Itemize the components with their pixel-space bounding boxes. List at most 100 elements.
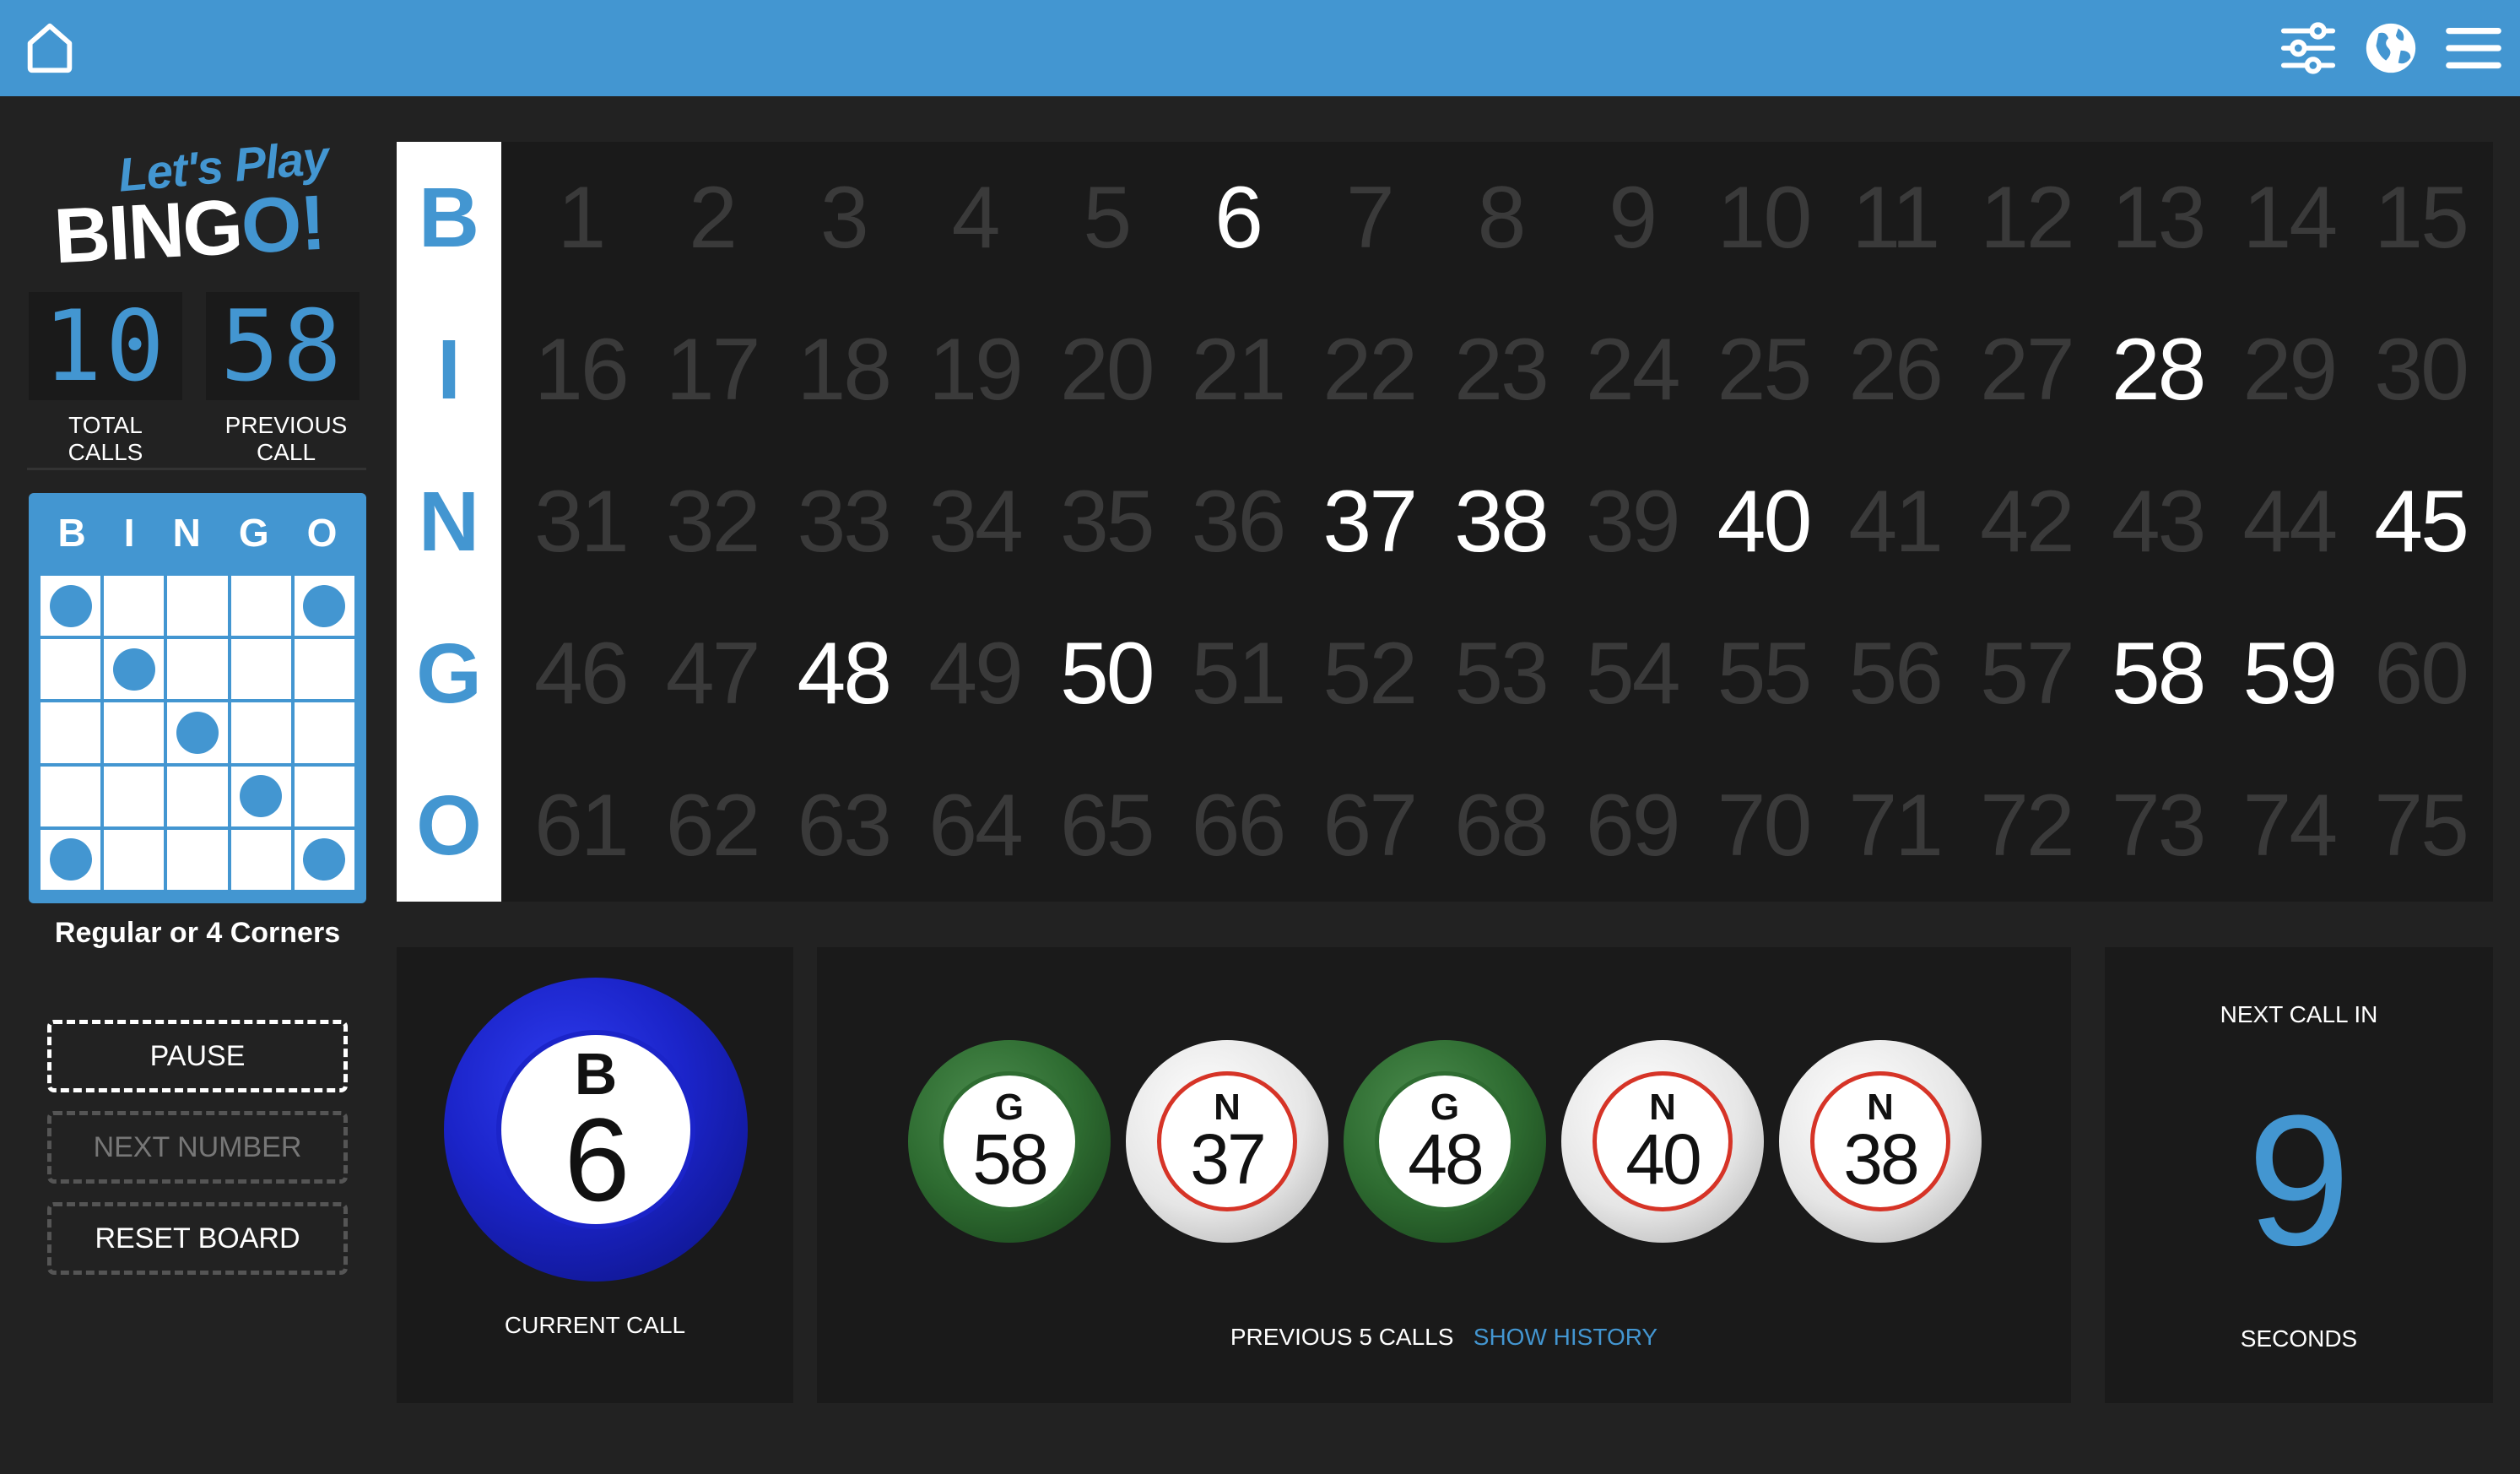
pattern-header-letter: N [172,511,201,555]
pattern-cell [39,701,103,765]
previous-calls-footer: PREVIOUS 5 CALLS SHOW HISTORY [817,1324,2071,1351]
home-icon[interactable] [20,19,79,78]
previous-call-ball: G 58 [908,1040,1111,1243]
board-number: 56 [1848,624,1944,723]
board-number: 57 [1980,624,2075,723]
board-number: 7 [1345,168,1395,267]
pattern-name: Regular or 4 Corners [54,917,341,949]
logo-o-text: O! [239,179,327,270]
reset-board-button[interactable]: RESET BOARD [47,1202,348,1275]
total-calls-label: TOTAL CALLS [68,412,143,465]
previous-call-number: 38 [1843,1119,1919,1200]
pattern-cell [165,764,230,828]
pattern-dot [49,838,92,881]
previous-call-ball: N 40 [1561,1040,1764,1243]
pattern-grid [37,572,358,893]
previous-calls-label: PREVIOUS 5 CALLS [1230,1324,1454,1350]
seconds-label: SECONDS [2240,1325,2358,1352]
board-number: 29 [2242,320,2339,419]
board-number: 73 [2111,776,2207,875]
top-bar [0,0,2520,96]
board-number: 19 [928,320,1024,419]
board-number: 9 [1609,168,1657,267]
board-number: 23 [1454,320,1549,419]
board-number: 60 [2374,624,2469,723]
board-number: 15 [2374,168,2469,267]
board-number: 68 [1454,776,1549,875]
next-call-in-label: NEXT CALL IN [2220,1001,2378,1027]
current-call-label: CURRENT CALL [504,1312,686,1338]
menu-icon[interactable] [2444,19,2503,78]
board-number: 20 [1059,320,1155,419]
board-number: 18 [797,320,892,419]
previous-call-ball: N 37 [1126,1040,1328,1243]
previous-call-ball-face: G 58 [939,1071,1079,1211]
previous-call-ball-face: N 38 [1810,1071,1950,1211]
board-number: 25 [1717,320,1813,419]
board-number: 40 [1717,472,1813,571]
board-number: 42 [1980,472,2075,571]
next-number-button[interactable]: NEXT NUMBER [47,1111,348,1184]
pattern-header: BINGO [29,493,366,571]
pattern-cell [165,827,230,891]
pattern-cell [292,764,356,828]
board-number: 35 [1059,472,1155,571]
board-number: 66 [1191,776,1287,875]
board-number: 37 [1322,472,1418,571]
board-number: 21 [1191,320,1287,419]
previous-call-ball-face: G 48 [1375,1071,1515,1211]
pattern-cell [229,701,293,765]
sidebar-divider [27,468,366,470]
board-letter: G [416,626,482,721]
board-number: 32 [665,472,761,571]
show-history-link[interactable]: SHOW HISTORY [1474,1324,1657,1350]
board-number: 12 [1980,168,2075,267]
pattern-cell [102,701,166,765]
pattern-cell [229,574,293,638]
pattern-cell [292,574,356,638]
board-number: 11 [1852,168,1940,267]
board-number: 64 [928,776,1024,875]
pattern-cell [229,827,293,891]
pattern-cell [165,701,230,765]
previous-call-ball-face: N 37 [1157,1071,1297,1211]
board-number: 26 [1848,320,1944,419]
settings-sliders-icon[interactable] [2279,19,2338,78]
pattern-header-letter: I [123,511,135,555]
previous-call-ball: G 48 [1344,1040,1546,1243]
sidebar: Let's Play BINGO! 10 TOTAL CALLS 58 PREV… [0,96,397,1474]
board-number: 63 [797,776,892,875]
board-number: 45 [2374,472,2469,571]
countdown-value: 9 [2247,1076,2351,1284]
current-call-ball-face: B 6 [496,1030,695,1229]
pattern-dot [49,584,92,627]
board-number: 4 [951,168,1001,267]
pattern-cell [102,764,166,828]
board-number: 1 [557,168,606,267]
previous-call-ball: N 38 [1779,1040,1982,1243]
board-number: 27 [1980,320,2075,419]
previous-call-number: 37 [1190,1119,1266,1200]
pattern-cell [39,764,103,828]
board-number: 36 [1191,472,1287,571]
board-number: 52 [1322,624,1418,723]
board-number: 51 [1191,624,1287,723]
logo-bingo-text: BING [51,183,244,280]
board-number: 17 [665,320,761,419]
current-call-panel: B 6 CURRENT CALL [397,947,793,1403]
pattern-cell [165,637,230,702]
globe-icon[interactable] [2361,19,2420,78]
pattern-cell [102,827,166,891]
board-number: 55 [1717,624,1813,723]
pattern-cell [165,574,230,638]
board-number: 30 [2374,320,2469,419]
board-number: 10 [1717,168,1813,267]
board-number-grid: 1 2 3 4 5 6 7 8 9 10 11 12 13 14 15 16 17 18 19 20 21 22 23 24 2… [515,142,2486,902]
board-letter: O [416,778,482,873]
board-number: 74 [2242,776,2339,875]
pause-button[interactable]: PAUSE [47,1020,348,1092]
board-number: 72 [1980,776,2075,875]
board-number: 31 [534,472,630,571]
previous-call-number: 48 [1408,1119,1484,1200]
pattern-cell [292,637,356,702]
